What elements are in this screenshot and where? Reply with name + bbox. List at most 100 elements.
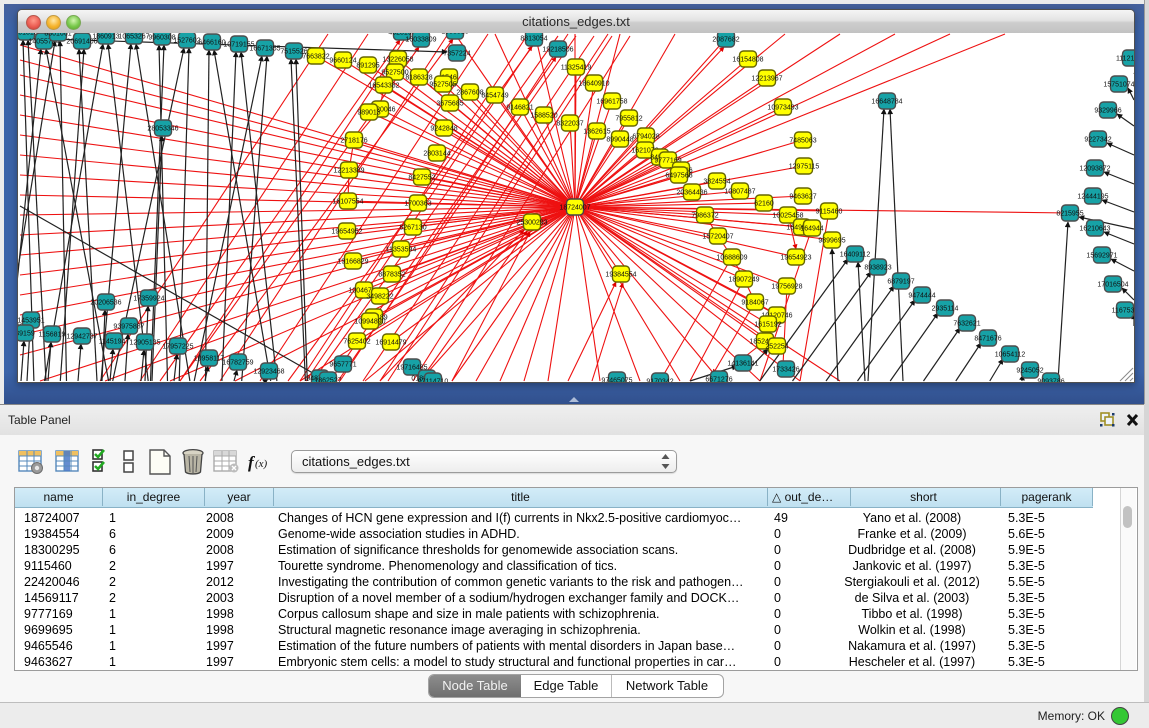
svg-text:10653267: 10653267 [118, 34, 149, 41]
svg-text:2718176: 2718176 [340, 138, 367, 145]
svg-text:19756928: 19756928 [771, 284, 802, 291]
svg-text:1527602: 1527602 [173, 38, 200, 45]
svg-text:19654952: 19654952 [331, 229, 362, 236]
svg-text:16154808: 16154808 [732, 57, 763, 64]
svg-text:8427552: 8427552 [408, 175, 435, 182]
svg-text:6671276: 6671276 [705, 377, 732, 383]
svg-text:15751074: 15751074 [1103, 82, 1134, 89]
svg-text:6879197: 6879197 [887, 279, 914, 286]
svg-text:2087682: 2087682 [712, 37, 739, 44]
svg-text:9227342: 9227342 [1084, 137, 1111, 144]
svg-text:20364436: 20364436 [676, 190, 707, 197]
svg-text:8454749: 8454749 [481, 93, 508, 100]
svg-text:9245052: 9245052 [1016, 368, 1043, 375]
svg-text:62160: 62160 [754, 201, 774, 208]
svg-text:1156819: 1156819 [39, 332, 66, 339]
svg-text:9657771: 9657771 [329, 362, 356, 369]
svg-text:1588520: 1588520 [530, 113, 557, 120]
svg-text:28053346: 28053346 [147, 126, 178, 133]
svg-text:16543382: 16543382 [368, 83, 399, 90]
svg-text:1862527: 1862527 [314, 378, 341, 383]
svg-text:2803144: 2803144 [423, 151, 450, 158]
svg-text:8990448: 8990448 [606, 137, 633, 144]
svg-text:16914479: 16914479 [375, 340, 406, 347]
svg-text:9170342: 9170342 [646, 379, 673, 383]
svg-text:6466160: 6466160 [198, 40, 225, 47]
svg-text:20206536: 20206536 [90, 300, 121, 307]
svg-text:7625402: 7625402 [343, 339, 370, 346]
svg-text:10958117: 10958117 [194, 356, 225, 363]
svg-text:9242848: 9242848 [430, 126, 457, 133]
svg-text:9899695: 9899695 [818, 238, 845, 245]
svg-text:19218506: 19218506 [542, 47, 573, 54]
svg-text:16107554: 16107554 [332, 199, 363, 206]
svg-text:8186328: 8186328 [405, 75, 432, 82]
svg-text:8813054: 8813054 [520, 36, 547, 43]
svg-text:15692971: 15692971 [1086, 253, 1117, 260]
svg-text:7986372: 7986372 [691, 213, 718, 220]
svg-text:16782759: 16782759 [222, 360, 253, 367]
svg-text:10973493: 10973493 [767, 105, 798, 112]
svg-text:16961758: 16961758 [596, 99, 627, 106]
svg-text:6794028: 6794028 [632, 134, 659, 141]
svg-text:15720407: 15720407 [702, 234, 733, 241]
svg-text:7955812: 7955812 [615, 116, 642, 123]
svg-text:1362615: 1362615 [583, 129, 610, 136]
svg-text:11325419: 11325419 [561, 65, 592, 72]
svg-text:164944: 164944 [800, 226, 823, 233]
svg-text:16648784: 16648784 [871, 99, 902, 106]
svg-text:2867608: 2867608 [456, 90, 483, 97]
svg-text:252254: 252254 [765, 344, 788, 351]
svg-text:9093786: 9093786 [1037, 379, 1064, 383]
svg-text:25300293: 25300293 [516, 220, 547, 227]
svg-text:1733426: 1733426 [772, 367, 799, 374]
svg-text:9463627: 9463627 [789, 194, 816, 201]
svg-text:8267130: 8267130 [399, 225, 426, 232]
svg-text:9184067: 9184067 [741, 300, 768, 307]
svg-text:3675685: 3675685 [436, 101, 463, 108]
svg-text:14136141: 14136141 [727, 361, 758, 368]
svg-text:891295: 891295 [356, 63, 379, 70]
svg-text:8471676: 8471676 [974, 336, 1001, 343]
svg-text:19384554: 19384554 [605, 272, 636, 279]
svg-text:8938923: 8938923 [864, 265, 891, 272]
svg-text:8322037: 8322037 [556, 121, 583, 128]
svg-text:9660124: 9660124 [329, 58, 356, 65]
svg-text:19166829: 19166829 [337, 259, 368, 266]
svg-text:9474444: 9474444 [908, 293, 935, 300]
svg-text:17016504: 17016504 [1097, 282, 1128, 289]
svg-text:(x): (x) [255, 458, 268, 470]
svg-text:1453951: 1453951 [18, 318, 45, 325]
svg-text:7485063: 7485063 [789, 138, 816, 145]
svg-text:1993518: 1993518 [441, 33, 468, 36]
svg-text:7663822: 7663822 [302, 54, 329, 61]
svg-text:11353594: 11353594 [386, 247, 417, 254]
svg-text:9527505: 9527505 [429, 82, 456, 89]
svg-text:1700363: 1700363 [404, 201, 431, 208]
svg-text:9115460: 9115460 [816, 209, 843, 216]
svg-text:9329966: 9329966 [1094, 108, 1121, 115]
svg-text:8301661: 8301661 [44, 33, 71, 38]
svg-text:12942737: 12942737 [66, 334, 97, 341]
svg-text:8215955: 8215955 [1056, 211, 1083, 218]
svg-text:16671355: 16671355 [249, 46, 280, 53]
svg-text:97114710: 97114710 [418, 379, 449, 383]
svg-text:17359924: 17359924 [133, 296, 164, 303]
svg-text:10688609: 10688609 [716, 255, 747, 262]
svg-text:93975887: 93975887 [113, 324, 144, 331]
svg-text:12213967: 12213967 [751, 76, 782, 83]
svg-text:10654112: 10654112 [995, 352, 1026, 359]
svg-text:12923468: 12923468 [253, 369, 284, 376]
svg-text:11451947: 11451947 [99, 339, 130, 346]
svg-text:12093872: 12093872 [1079, 166, 1110, 173]
svg-text:13226058: 13226058 [382, 57, 413, 64]
svg-text:12444195: 12444195 [1077, 194, 1108, 201]
svg-text:97465075: 97465075 [601, 378, 632, 383]
svg-text:3824554: 3824554 [703, 179, 730, 186]
svg-text:1167533: 1167533 [1112, 308, 1134, 315]
svg-text:2935114: 2935114 [932, 306, 959, 313]
svg-text:7632621: 7632621 [953, 321, 980, 328]
svg-text:6497568: 6497568 [665, 173, 692, 180]
svg-text:12905135: 12905135 [129, 340, 160, 347]
svg-text:18640910: 18640910 [578, 81, 609, 88]
